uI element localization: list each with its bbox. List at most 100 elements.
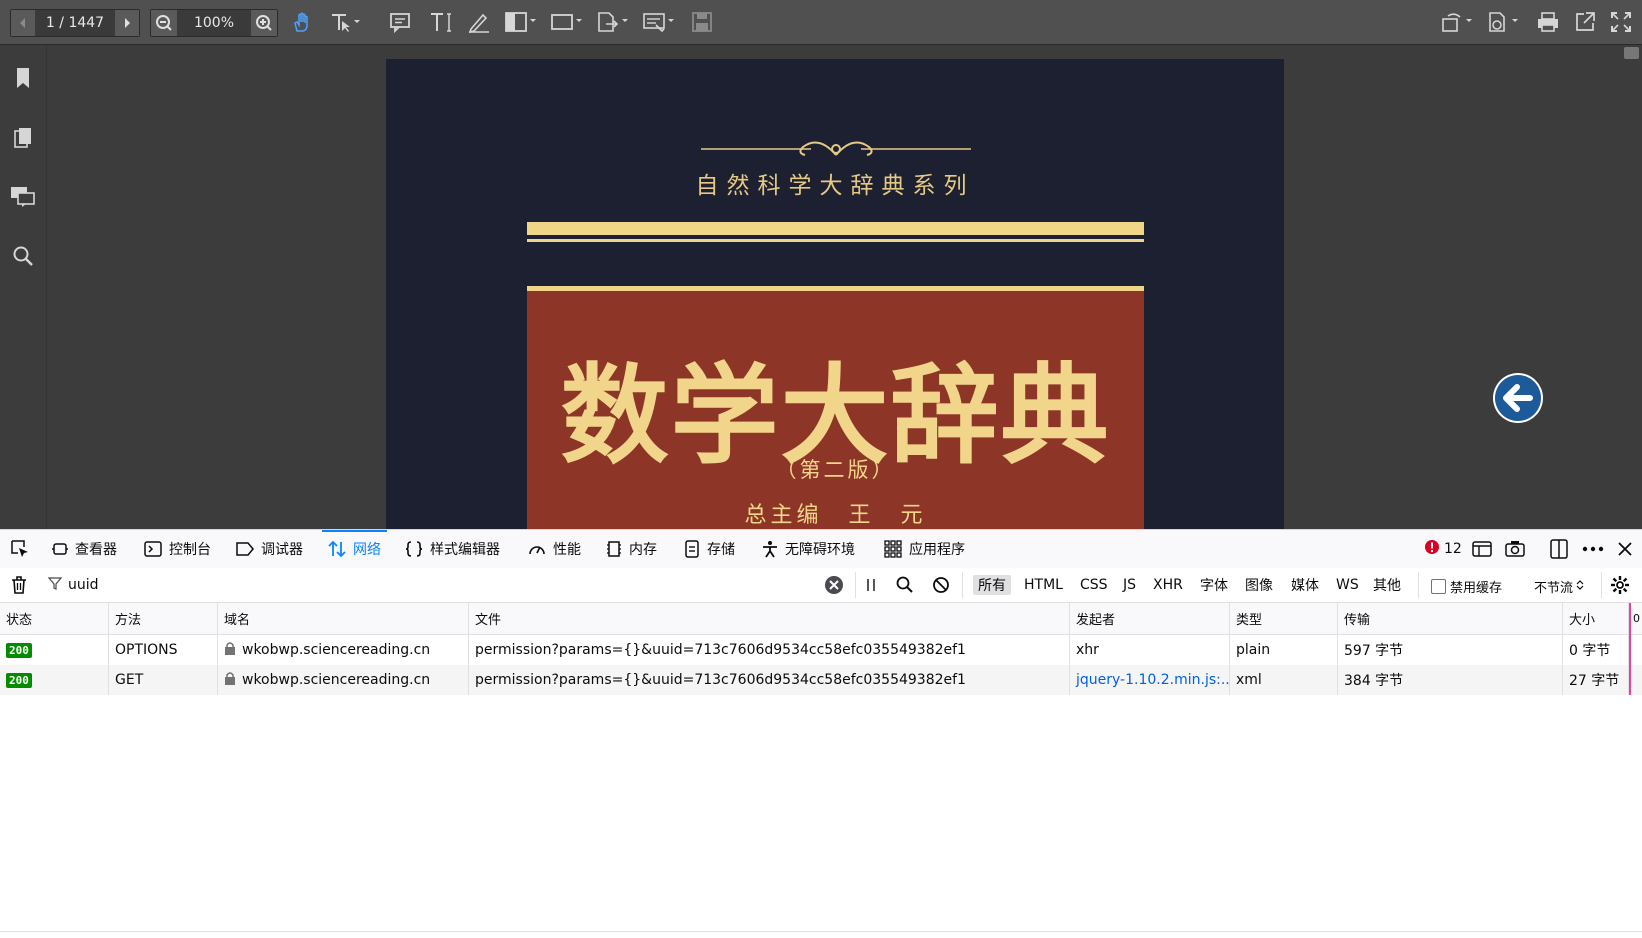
domain-cell: wkobwp.sciencereading.cn (218, 635, 469, 665)
tab-network[interactable]: 网络 (322, 530, 387, 568)
stamp-icon[interactable] (1486, 10, 1520, 34)
pause-icon[interactable] (864, 577, 878, 597)
comments-icon[interactable] (10, 183, 36, 209)
select-text-icon[interactable] (328, 10, 362, 34)
error-counter[interactable]: 12 (1424, 530, 1462, 568)
type-filter-js[interactable]: JS (1118, 575, 1141, 595)
scroll-thumb[interactable] (1624, 47, 1639, 59)
rotate-icon[interactable] (1440, 10, 1474, 34)
table-row[interactable]: 200 OPTIONS wkobwp.sciencereading.cn per… (0, 635, 1642, 665)
pages-icon[interactable] (10, 125, 36, 151)
more-options-icon[interactable] (1582, 530, 1604, 568)
type-filter-other[interactable]: 其他 (1368, 575, 1406, 595)
throttle-select[interactable]: 不节流 (1534, 577, 1584, 596)
col-waterfall[interactable]: 0 (1631, 603, 1642, 634)
method-cell: GET (109, 665, 218, 695)
col-method[interactable]: 方法 (109, 603, 218, 634)
file-cell: permission?params={}&uuid=713c7606d9534c… (469, 665, 1070, 695)
back-button[interactable] (1493, 373, 1543, 423)
col-status[interactable]: 状态 (0, 603, 109, 634)
domain-cell: wkobwp.sciencereading.cn (218, 665, 469, 695)
tab-inspector[interactable]: 查看器 (52, 530, 117, 568)
column-layout-icon[interactable] (504, 10, 538, 34)
type-filter-media[interactable]: 媒体 (1286, 575, 1324, 595)
form-icon[interactable] (642, 10, 676, 34)
next-page-icon[interactable] (115, 10, 139, 36)
network-icon (328, 540, 346, 558)
col-size[interactable]: 大小 (1563, 603, 1629, 634)
tab-console[interactable]: 控制台 (144, 530, 211, 568)
clear-log-icon[interactable] (9, 575, 29, 599)
search-icon[interactable] (10, 243, 36, 269)
tab-performance[interactable]: 性能 (528, 530, 581, 568)
type-filter-images[interactable]: 图像 (1240, 575, 1278, 595)
element-picker-icon[interactable] (10, 530, 30, 568)
highlight-pen-icon[interactable] (466, 10, 492, 34)
comment-icon[interactable] (388, 10, 412, 34)
fullscreen-icon[interactable] (1609, 10, 1633, 34)
url-filter-input[interactable]: uuid (47, 568, 860, 602)
viewer-scrollbar[interactable] (1621, 45, 1642, 529)
gold-band (527, 222, 1144, 235)
hand-tool-icon[interactable] (288, 10, 314, 34)
tab-storage[interactable]: 存储 (684, 530, 735, 568)
type-filter-ws[interactable]: WS (1331, 575, 1364, 595)
throttle-value: 不节流 (1534, 581, 1574, 596)
waterfall-marker (1629, 603, 1631, 695)
disable-cache-toggle[interactable]: 禁用缓存 (1431, 577, 1502, 596)
col-type[interactable]: 类型 (1230, 603, 1338, 634)
network-filterbar: uuid 所有 HTML CSS JS XHR 字体 图像 媒体 WS 其他 禁… (0, 568, 1642, 603)
page-indicator[interactable]: 1 / 1447 (35, 15, 115, 31)
search-requests-icon[interactable] (896, 576, 914, 598)
type-filter-css[interactable]: CSS (1075, 575, 1113, 595)
error-count: 12 (1444, 541, 1462, 557)
type-filter-all[interactable]: 所有 (973, 575, 1011, 595)
screenshot-icon[interactable] (1505, 530, 1525, 568)
shape-icon[interactable] (550, 10, 584, 34)
export-icon[interactable] (596, 10, 630, 34)
zoom-control: 100% (150, 9, 278, 37)
table-row[interactable]: 200 GET wkobwp.sciencereading.cn permiss… (0, 665, 1642, 695)
clear-filter-icon[interactable] (824, 575, 844, 599)
book-cover: 自然科学大辞典系列 数学大辞典 （第二版） 总主编 王 元 (386, 59, 1284, 529)
tab-application[interactable]: 应用程序 (884, 530, 965, 568)
col-transferred[interactable]: 传输 (1338, 603, 1563, 634)
tab-label: 查看器 (75, 542, 117, 558)
accessibility-icon (762, 540, 778, 558)
responsive-design-icon[interactable] (1472, 530, 1492, 568)
prev-page-icon[interactable] (11, 10, 35, 36)
text-tool-icon[interactable] (428, 10, 454, 34)
col-domain[interactable]: 域名 (218, 603, 469, 634)
separator (1418, 572, 1419, 598)
open-external-icon[interactable] (1573, 10, 1597, 34)
type-filter-xhr[interactable]: XHR (1148, 575, 1188, 595)
zoom-level[interactable]: 100% (177, 15, 251, 31)
col-file[interactable]: 文件 (469, 603, 1070, 634)
tab-style-editor[interactable]: 样式编辑器 (405, 530, 500, 568)
tab-accessibility[interactable]: 无障碍环境 (762, 530, 855, 568)
tab-memory[interactable]: 内存 (606, 530, 657, 568)
zoom-out-icon[interactable] (151, 10, 177, 36)
gold-line (527, 239, 1144, 242)
block-requests-icon[interactable] (932, 576, 950, 598)
disable-cache-checkbox[interactable] (1431, 579, 1446, 594)
bookmark-icon[interactable] (10, 65, 36, 91)
close-devtools-icon[interactable] (1617, 530, 1633, 568)
console-icon (144, 541, 162, 557)
devtools-tabbar: 查看器 控制台 调试器 网络 样式编辑器 性能 内存 存储 无障碍环境 应用程序… (0, 529, 1642, 569)
print-icon[interactable] (1535, 10, 1561, 34)
tab-label: 存储 (707, 542, 735, 558)
col-initiator[interactable]: 发起者 (1070, 603, 1230, 634)
save-icon[interactable] (690, 10, 714, 34)
zoom-in-icon[interactable] (251, 10, 277, 36)
network-settings-icon[interactable] (1610, 575, 1630, 599)
memory-icon (606, 540, 622, 558)
type-filter-fonts[interactable]: 字体 (1195, 575, 1233, 595)
initiator-link[interactable]: jquery-1.10.2.min.js:... (1070, 665, 1230, 695)
filter-icon (47, 576, 63, 594)
tab-debugger[interactable]: 调试器 (236, 530, 303, 568)
type-filter-html[interactable]: HTML (1019, 575, 1068, 595)
file-cell: permission?params={}&uuid=713c7606d9534c… (469, 635, 1070, 665)
viewer-sidebar (0, 45, 47, 529)
dock-side-icon[interactable] (1550, 530, 1568, 568)
